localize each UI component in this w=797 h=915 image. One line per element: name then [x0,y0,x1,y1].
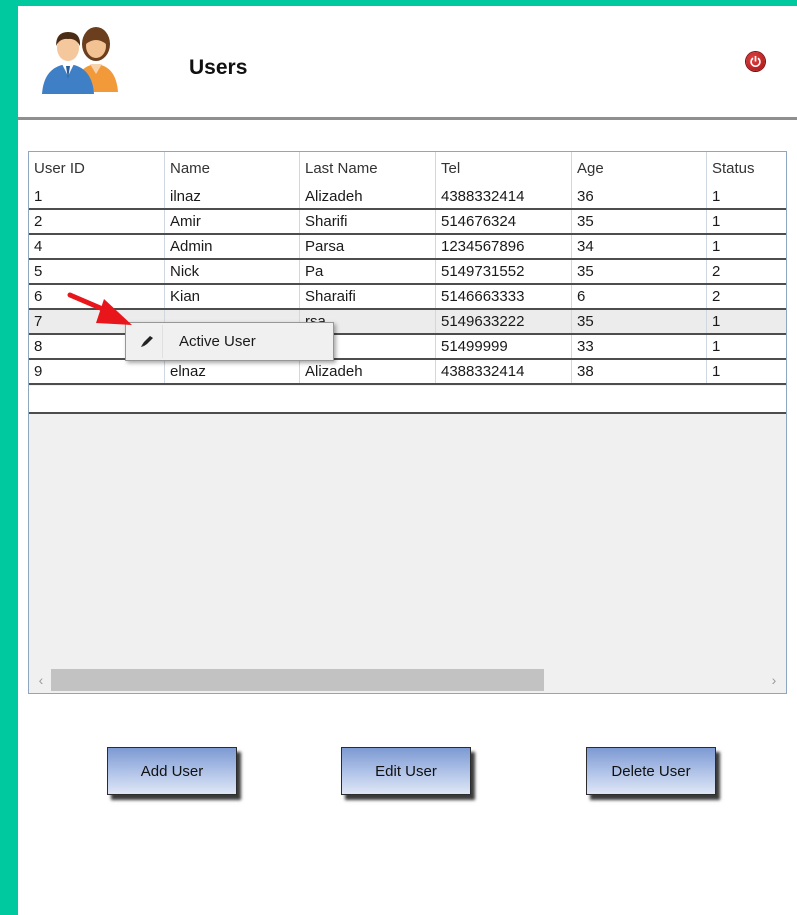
cell-name: Amir [165,210,300,233]
header-divider [18,117,797,120]
horizontal-scrollbar[interactable]: ‹ › [29,669,786,691]
cell-age: 36 [572,185,707,208]
cell-name: elnaz [165,360,300,383]
context-menu: Active User [125,322,334,361]
cell-age: 35 [572,310,707,333]
edit-user-button[interactable]: Edit User [341,747,471,795]
table-header-row: User ID Name Last Name Tel Age Status [29,152,786,186]
table-row[interactable]: 4 Admin Parsa 1234567896 34 1 [29,235,786,260]
users-window: Users User ID Name Last Name Tel Age Sta… [18,6,797,915]
cell-last-name: Sharaifi [300,285,436,308]
cell-age: 33 [572,335,707,358]
cell-last-name: Parsa [300,235,436,258]
table-row[interactable]: 6 Kian Sharaifi 5146663333 6 2 [29,285,786,310]
cell-status: 2 [712,288,721,305]
new-row-placeholder[interactable] [29,386,786,414]
cell-age: 35 [572,260,707,283]
cell-name: Nick [165,260,300,283]
cell-name: Admin [165,235,300,258]
users-group-icon [42,27,118,94]
table-row[interactable]: 2 Amir Sharifi 514676324 35 1 [29,210,786,235]
column-header[interactable]: Tel [436,152,572,185]
cell-status: 2 [712,263,721,280]
column-header[interactable]: Name [165,152,300,185]
cell-status: 1 [712,338,721,355]
add-user-button[interactable]: Add User [107,747,237,795]
power-button[interactable] [746,52,765,71]
delete-user-button[interactable]: Delete User [586,747,716,795]
menu-divider [162,325,163,358]
red-arrow-annotation-icon [67,292,132,325]
cell-status: 1 [712,188,721,205]
cell-user-id: 2 [29,210,165,233]
cell-last-name: Alizadeh [300,360,436,383]
scrollbar-thumb[interactable] [51,669,544,691]
cell-tel: 1234567896 [436,235,572,258]
cell-status: 1 [712,313,721,330]
cell-last-name: Pa [300,260,436,283]
column-header[interactable]: Age [572,152,707,185]
cell-age: 6 [572,285,707,308]
header-bar: Users [18,6,797,118]
column-header[interactable]: Last Name [300,152,436,185]
scroll-right-arrow-icon[interactable]: › [764,669,784,691]
table-row[interactable]: 5 Nick Pa 5149731552 35 2 [29,260,786,285]
table-row[interactable]: 9 elnaz Alizadeh 4388332414 38 1 [29,360,786,385]
cell-tel: 5149731552 [436,260,572,283]
page-title: Users [189,56,248,79]
cell-user-id: 9 [29,360,165,383]
menu-item-active-user[interactable]: Active User [126,323,333,360]
column-header[interactable]: User ID [29,152,165,185]
cell-name: Kian [165,285,300,308]
table-row[interactable]: 1 ilnaz Alizadeh 4388332414 36 1 [29,185,786,210]
cell-tel: 514676324 [436,210,572,233]
cell-user-id: 4 [29,235,165,258]
cell-tel: 5149633222 [436,310,572,333]
cell-user-id: 5 [29,260,165,283]
cell-status: 1 [712,363,721,380]
menu-item-label: Active User [179,333,256,350]
scroll-left-arrow-icon[interactable]: ‹ [31,669,51,691]
users-table[interactable]: User ID Name Last Name Tel Age Status 1 … [28,151,787,694]
power-icon [750,56,761,67]
cell-tel: 51499999 [436,335,572,358]
cell-tel: 5146663333 [436,285,572,308]
cell-tel: 4388332414 [436,360,572,383]
cell-status: 1 [712,213,721,230]
cell-last-name: Sharifi [300,210,436,233]
cell-age: 35 [572,210,707,233]
column-header[interactable]: Status [707,152,786,185]
cell-tel: 4388332414 [436,185,572,208]
cell-status: 1 [712,238,721,255]
cell-user-id: 1 [29,185,165,208]
cell-last-name: Alizadeh [300,185,436,208]
cell-name: ilnaz [165,185,300,208]
pencil-icon [141,336,153,347]
cell-age: 34 [572,235,707,258]
cell-age: 38 [572,360,707,383]
